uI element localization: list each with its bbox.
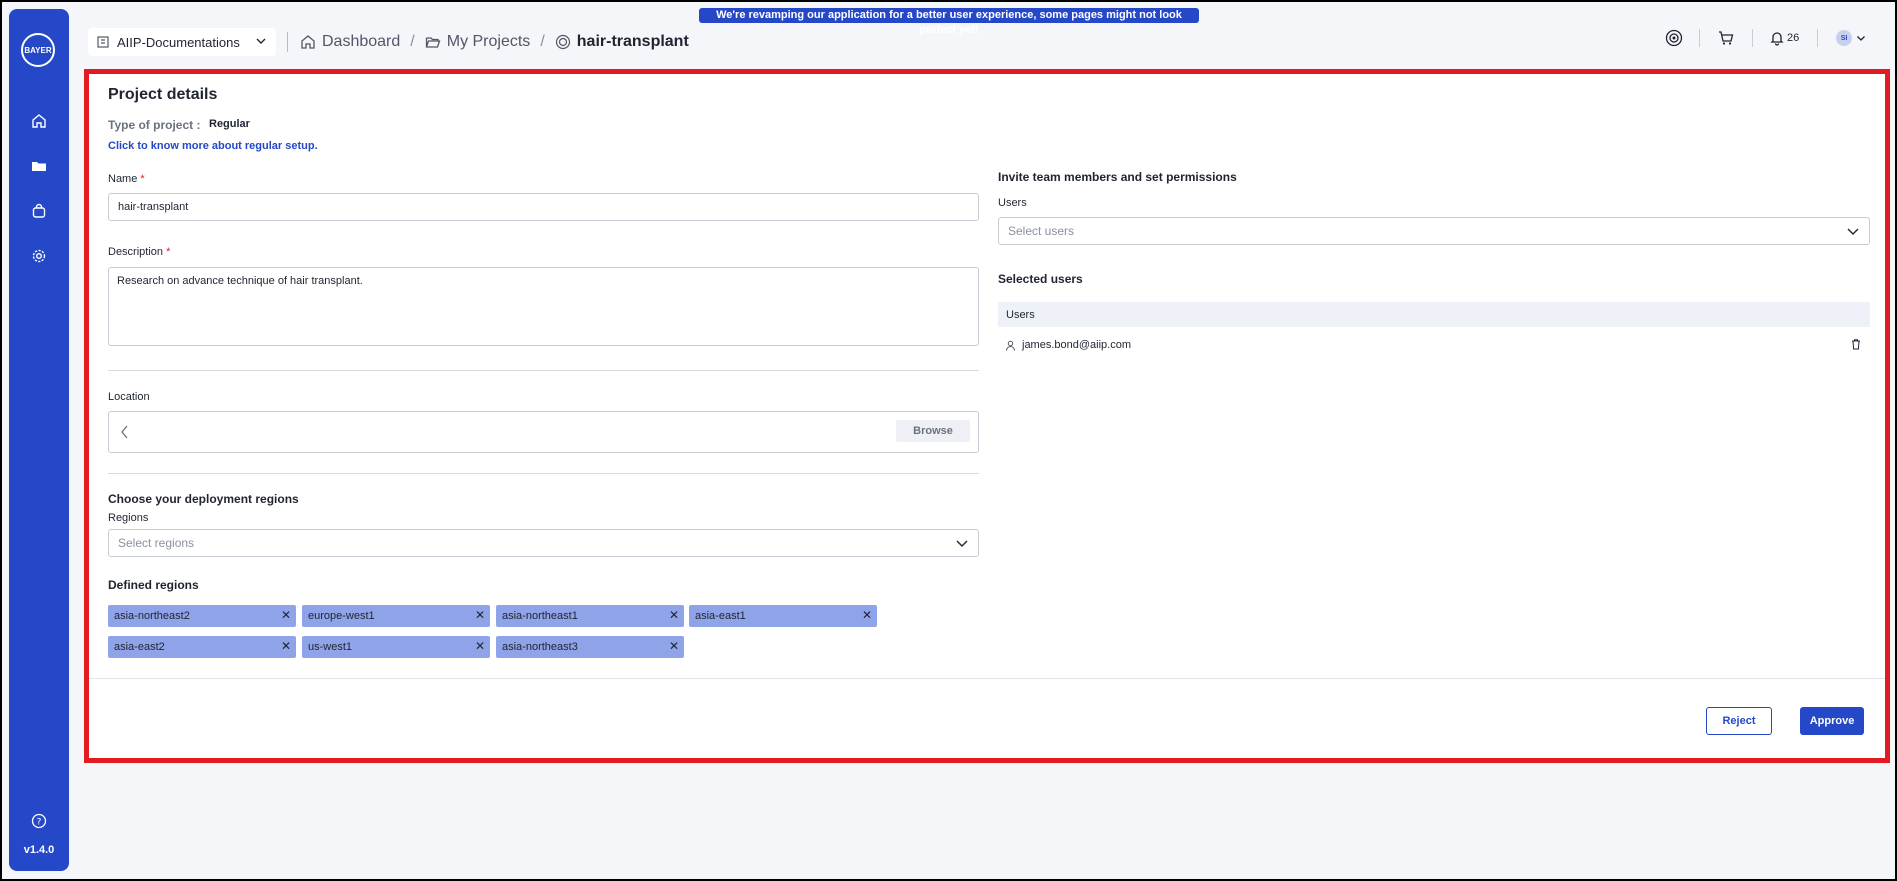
region-chip: asia-northeast2 ✕ <box>108 605 296 627</box>
user-email: james.bond@aiip.com <box>1022 339 1131 351</box>
version-label: v1.4.0 <box>23 844 55 856</box>
region-chip-label: asia-east1 <box>695 610 746 622</box>
regions-label: Regions <box>108 512 149 524</box>
chevron-down-icon <box>954 535 970 554</box>
workspace-name: AIIP-Documentations <box>117 34 240 50</box>
remove-icon[interactable]: ✕ <box>281 608 291 622</box>
gear-icon[interactable] <box>29 246 49 266</box>
divider <box>108 473 979 474</box>
chevron-down-icon <box>1857 36 1865 41</box>
remove-icon[interactable]: ✕ <box>669 608 679 622</box>
folder-icon[interactable] <box>29 156 49 176</box>
shopping-bag-icon[interactable] <box>29 201 49 221</box>
description-label-text: Description <box>108 246 164 258</box>
bell-icon <box>1770 32 1784 46</box>
divider <box>89 678 1885 679</box>
region-chip: us-west1 ✕ <box>302 636 490 658</box>
breadcrumb: Dashboard / My Projects / hair-transplan… <box>287 30 689 54</box>
avatar: SI <box>1836 30 1852 46</box>
chevron-down-icon <box>1845 223 1861 242</box>
location-field[interactable]: Browse <box>108 411 979 453</box>
name-label: Name * <box>108 173 145 185</box>
team-title: Invite team members and set permissions <box>998 170 1237 184</box>
project-details-panel: Project details Type of project : Regula… <box>84 69 1890 763</box>
selected-users-title: Selected users <box>998 272 1083 286</box>
announcement-banner: We're revamping our application for a be… <box>699 8 1199 36</box>
defined-regions-title: Defined regions <box>108 578 199 592</box>
folder-open-icon <box>425 37 441 48</box>
remove-icon[interactable]: ✕ <box>281 639 291 653</box>
remove-icon[interactable]: ✕ <box>669 639 679 653</box>
breadcrumb-current-project: hair-transplant <box>555 33 689 51</box>
user-menu[interactable]: SI <box>1836 26 1867 50</box>
trash-icon[interactable] <box>1850 338 1862 350</box>
divider <box>1699 29 1700 47</box>
chevron-down-icon <box>254 34 268 51</box>
reject-button[interactable]: Reject <box>1706 707 1772 735</box>
svg-text:?: ? <box>37 818 42 828</box>
building-icon <box>96 34 110 51</box>
region-chip-label: europe-west1 <box>308 610 375 622</box>
home-icon <box>301 35 315 49</box>
location-label: Location <box>108 391 150 403</box>
bayer-logo[interactable]: BAYER <box>21 33 55 67</box>
breadcrumb-separator: / <box>540 33 545 50</box>
breadcrumb-separator: / <box>410 33 415 50</box>
project-type-label: Type of project : <box>108 118 201 132</box>
breadcrumb-label: My Projects <box>446 33 531 50</box>
users-placeholder: Select users <box>1008 224 1075 238</box>
notifications-button[interactable]: 26 <box>1769 26 1799 50</box>
regions-title: Choose your deployment regions <box>108 492 299 506</box>
breadcrumb-label: hair-transplant <box>576 33 689 50</box>
breadcrumb-dashboard[interactable]: Dashboard <box>300 33 400 51</box>
learn-more-link[interactable]: Click to know more about regular setup. <box>108 140 318 152</box>
divider <box>1752 29 1753 47</box>
browse-button[interactable]: Browse <box>896 420 970 442</box>
support-icon[interactable] <box>1665 26 1683 50</box>
breadcrumb-label: Dashboard <box>322 33 401 50</box>
table-row: james.bond@aiip.com <box>998 333 1870 357</box>
name-label-text: Name <box>108 173 138 185</box>
name-field[interactable]: hair-transplant <box>108 193 979 221</box>
region-chip: asia-east2 ✕ <box>108 636 296 658</box>
remove-icon[interactable]: ✕ <box>475 608 485 622</box>
region-chip-label: us-west1 <box>308 641 353 653</box>
region-chip-label: asia-east2 <box>114 641 165 653</box>
region-chip-label: asia-northeast1 <box>502 610 578 622</box>
divider <box>1817 29 1818 47</box>
description-label: Description * <box>108 246 170 258</box>
divider <box>108 370 979 371</box>
project-type-value: Regular <box>209 118 250 130</box>
region-chip-label: asia-northeast2 <box>114 610 190 622</box>
remove-icon[interactable]: ✕ <box>475 639 485 653</box>
regions-placeholder: Select regions <box>118 536 195 550</box>
help-icon[interactable]: ? <box>29 811 49 831</box>
users-table-header: Users <box>998 302 1870 327</box>
project-icon <box>555 34 570 50</box>
regions-select[interactable]: Select regions <box>108 529 979 557</box>
region-chip: europe-west1 ✕ <box>302 605 490 627</box>
approve-button[interactable]: Approve <box>1800 707 1864 735</box>
remove-icon[interactable]: ✕ <box>862 608 872 622</box>
cart-icon[interactable] <box>1717 26 1735 50</box>
user-icon <box>1005 340 1016 351</box>
divider <box>287 32 288 52</box>
chevron-left-icon[interactable] <box>119 424 131 443</box>
region-chip: asia-northeast1 ✕ <box>496 605 684 627</box>
workspace-select[interactable]: AIIP-Documentations <box>88 28 276 56</box>
page-title: Project details <box>108 86 218 103</box>
region-chip-label: asia-northeast3 <box>502 641 578 653</box>
home-icon[interactable] <box>29 111 49 131</box>
users-select[interactable]: Select users <box>998 217 1870 245</box>
required-marker: * <box>140 173 145 185</box>
region-chip: asia-northeast3 ✕ <box>496 636 684 658</box>
required-marker: * <box>166 246 171 258</box>
region-chip: asia-east1 ✕ <box>689 605 877 627</box>
breadcrumb-my-projects[interactable]: My Projects <box>425 33 531 51</box>
notification-count: 26 <box>1787 32 1800 44</box>
description-field[interactable]: Research on advance technique of hair tr… <box>108 267 979 346</box>
sidebar: BAYER ? v1.4.0 <box>9 9 69 871</box>
users-label: Users <box>998 197 1027 209</box>
